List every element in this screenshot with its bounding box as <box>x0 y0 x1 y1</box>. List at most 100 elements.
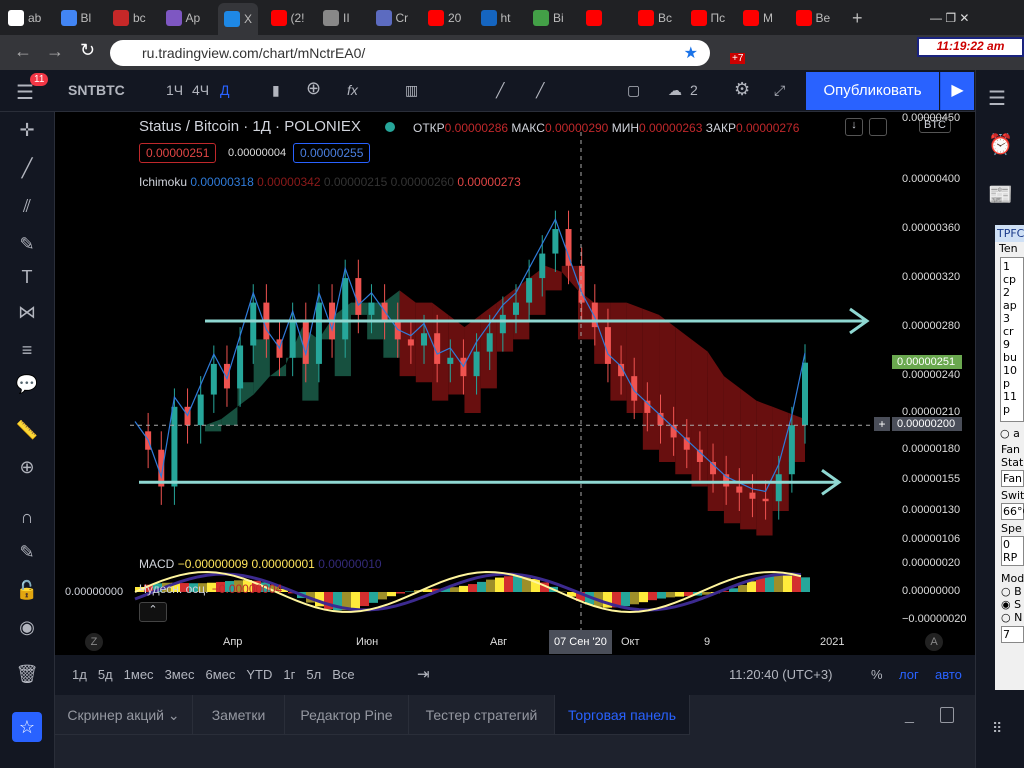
trend-line-icon[interactable]: ╱ <box>496 82 504 99</box>
zoom-icon[interactable]: ⊕ <box>14 457 40 483</box>
shapes-icon[interactable]: 💬 <box>14 374 40 400</box>
bookmark-star-icon[interactable]: ★ <box>684 43 698 63</box>
browser-tab[interactable]: II <box>323 6 350 30</box>
mode-radio-b[interactable]: ○ B <box>1001 585 1024 598</box>
reload-icon[interactable]: ↻ <box>80 40 95 61</box>
settings-gear-icon[interactable]: ⚙ <box>734 79 750 100</box>
range-7[interactable]: 5л <box>306 667 321 682</box>
buy-button[interactable]: 0.00000255 <box>293 143 371 163</box>
browser-tab[interactable]: Пс <box>690 6 725 30</box>
browser-tab[interactable]: Ap <box>165 6 200 30</box>
range-6[interactable]: 1г <box>283 667 295 682</box>
brush-icon[interactable]: ✎ <box>14 234 40 260</box>
temperature-list-item[interactable]: 10 p <box>1003 364 1021 390</box>
news-icon[interactable]: 📰 <box>988 182 1013 207</box>
mode-radio-s[interactable]: ◉ S <box>1001 598 1024 611</box>
switch-field[interactable]: 66°C <box>1001 503 1024 520</box>
range-4[interactable]: 6мес <box>205 667 235 682</box>
watchlist-icon[interactable]: ☰ <box>988 86 1006 111</box>
panel-tab-4[interactable]: Торговая панель <box>555 695 690 734</box>
panel-tab-3[interactable]: Тестер стратегий <box>409 695 555 734</box>
maximize-icon[interactable] <box>869 118 887 136</box>
chart-canvas[interactable]: Status / Bitcoin · 1Д · POLONIEX ОТКР0.0… <box>55 112 975 655</box>
alarm-icon[interactable]: ⏰ <box>988 132 1013 157</box>
price-axis[interactable]: 0.00000450 0.00000400 0.00000360 0.00000320… <box>874 112 975 630</box>
download-icon[interactable]: ↓ <box>845 118 863 136</box>
auto-scale-toggle[interactable]: авто <box>935 667 962 682</box>
panel-tab-2[interactable]: Редактор Pine <box>285 695 409 734</box>
prediction-icon[interactable]: ≡ <box>14 340 40 366</box>
browser-tab[interactable]: (2! <box>270 6 305 30</box>
temperature-list-item[interactable]: 2 ap <box>1003 286 1021 312</box>
minimize-panel-icon[interactable]: _ <box>905 707 914 725</box>
browser-tab[interactable]: Cr <box>375 6 408 30</box>
temperature-list-item[interactable]: 1 cp <box>1003 260 1021 286</box>
panel-tab-0[interactable]: Скринер акций ⌄ <box>55 695 193 734</box>
browser-tab[interactable]: ht <box>480 6 511 30</box>
state-field[interactable]: Fan <box>1001 470 1024 487</box>
trash-icon[interactable]: 🗑 <box>14 664 40 690</box>
magnet-icon[interactable]: ∩ <box>14 507 40 533</box>
browser-tab[interactable]: Be <box>795 6 830 30</box>
interval-1h[interactable]: 1Ч <box>166 82 183 98</box>
forward-icon[interactable]: → <box>46 41 64 62</box>
grid-icon[interactable]: ⠿ <box>992 720 1002 737</box>
value-field[interactable]: 7 <box>1001 626 1024 643</box>
log-scale-toggle[interactable]: лог <box>899 667 919 682</box>
text-icon[interactable]: T <box>14 267 40 293</box>
trend-line-icon[interactable]: ╱ <box>14 158 40 184</box>
back-icon[interactable]: ← <box>14 41 32 62</box>
range-0[interactable]: 1д <box>72 667 87 682</box>
temperature-list[interactable]: 1 cp 2 ap 3 cr 9 bu 10 p 11 p <box>1000 257 1024 422</box>
browser-tab[interactable]: Bc <box>638 6 672 30</box>
percent-scale-toggle[interactable]: % <box>871 667 883 682</box>
rectangle-icon[interactable]: ▢ <box>627 82 640 99</box>
line-tool-icon[interactable]: ╱ <box>536 82 544 99</box>
new-tab-button[interactable]: + <box>852 6 863 30</box>
compare-icon[interactable]: ⊕ <box>306 78 321 99</box>
browser-tab[interactable]: 20 <box>428 6 461 30</box>
browser-tab[interactable] <box>585 6 606 30</box>
url-input[interactable]: ru.tradingview.com/chart/mNctrEA0/ ★ <box>110 40 710 66</box>
temperature-list-item[interactable]: 11 p <box>1003 390 1021 416</box>
range-8[interactable]: Все <box>332 667 354 682</box>
browser-tab[interactable]: bc <box>113 6 146 30</box>
temperature-list-item[interactable]: 3 cr <box>1003 312 1021 338</box>
goto-date-icon[interactable]: ⇥ <box>417 665 430 683</box>
browser-tab[interactable]: Bi <box>533 6 564 30</box>
interval-day[interactable]: Д <box>220 82 229 98</box>
add-alert-icon[interactable]: + <box>874 417 890 432</box>
temperature-list-item[interactable]: 9 bu <box>1003 338 1021 364</box>
layout-count[interactable]: 2 <box>690 82 698 98</box>
maximize-panel-icon[interactable] <box>940 707 954 723</box>
sell-button[interactable]: 0.00000251 <box>139 143 217 163</box>
crosshair-icon[interactable]: ✛ <box>14 120 40 146</box>
cloud-icon[interactable]: ☁ <box>668 82 682 99</box>
candles-icon[interactable]: ▮ <box>272 82 280 99</box>
range-1[interactable]: 5д <box>98 667 113 682</box>
range-5[interactable]: YTD <box>246 667 272 682</box>
ruler-icon[interactable]: 📏 <box>14 420 40 446</box>
watchlist-star-icon[interactable]: ☆ <box>12 712 42 742</box>
indicators-icon[interactable]: fx <box>347 82 358 98</box>
time-axis[interactable]: Апр Июн Авг Окт 9 2021 07 Сен '20 Z A <box>55 630 975 655</box>
window-controls[interactable]: — ❐ ✕ <box>930 6 969 30</box>
fullscreen-icon[interactable]: ⤢ <box>774 82 785 99</box>
range-2[interactable]: 1мес <box>124 667 154 682</box>
symbol-search[interactable]: SNTBTC <box>68 82 125 98</box>
play-icon[interactable]: ▶ <box>940 72 974 110</box>
panel-tab-1[interactable]: Заметки <box>193 695 285 734</box>
pattern-icon[interactable]: ⋈ <box>14 302 40 328</box>
collapse-legend-button[interactable]: ⌃ <box>139 602 167 622</box>
interval-4h[interactable]: 4Ч <box>192 82 209 98</box>
lock-icon[interactable]: 🔓 <box>14 580 40 606</box>
financials-icon[interactable]: ▥ <box>405 82 418 99</box>
range-3[interactable]: 3мес <box>165 667 195 682</box>
clock-time[interactable]: 11:20:40 (UTC+3) <box>729 667 832 682</box>
publish-button[interactable]: Опубликовать <box>806 72 939 110</box>
speed-field[interactable]: 0 RP <box>1001 536 1024 566</box>
browser-tab[interactable]: Bl <box>60 6 91 30</box>
mode-radio-n[interactable]: ○ N <box>1001 611 1024 624</box>
browser-tab[interactable]: ab <box>8 6 41 30</box>
browser-tab[interactable]: M <box>743 6 773 30</box>
